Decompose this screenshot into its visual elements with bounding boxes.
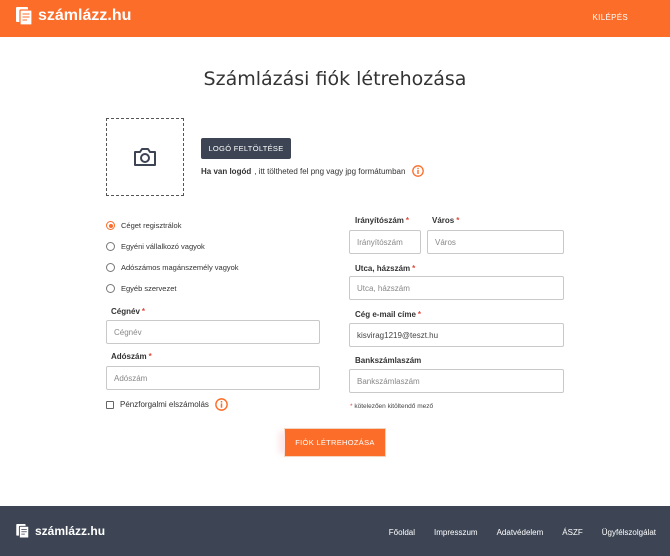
page-title: Számlázási fiók létrehozása	[203, 68, 467, 90]
street-input[interactable]: Utca, házszám	[349, 276, 564, 300]
radio-sole-trader[interactable]: Egyéni vállalkozó vagyok	[106, 242, 205, 251]
radio-button[interactable]	[106, 221, 115, 230]
header-brand[interactable]: számlázz.hu	[16, 7, 131, 25]
radio-other-org[interactable]: Egyéb szervezet	[106, 284, 176, 293]
radio-button[interactable]	[106, 263, 115, 272]
company-name-input[interactable]: Cégnév	[106, 320, 320, 344]
radio-label: Egyéni vállalkozó vagyok	[121, 242, 205, 251]
logo-hint-bold: Ha van logód	[201, 166, 252, 176]
logo-hint: Ha van logód , itt töltheted fel png vag…	[201, 165, 425, 177]
cash-accounting-checkbox[interactable]	[106, 400, 114, 409]
label-text: Irányítószám	[355, 216, 404, 225]
create-account-button[interactable]: FIÓK LÉTREHOZÁSA	[285, 429, 385, 456]
radio-label: Céget regisztrálok	[121, 221, 182, 230]
city-input[interactable]: Város	[427, 230, 564, 254]
bank-account-input[interactable]: Bankszámlaszám	[349, 369, 564, 393]
label-text: Adószám	[111, 352, 147, 361]
required-mark: *	[350, 403, 353, 410]
cash-accounting-option[interactable]: Pénzforgalmi elszámolás	[106, 398, 228, 411]
cash-accounting-label: Pénzforgalmi elszámolás	[120, 400, 209, 409]
required-mark: *	[412, 264, 416, 273]
label-text: Város	[432, 216, 455, 225]
email-input[interactable]: kisvirag1219@teszt.hu	[349, 323, 564, 347]
street-label: Utca, házszám *	[355, 264, 415, 273]
city-label: Város *	[432, 216, 459, 225]
postal-code-label: Irányítószám *	[355, 216, 409, 225]
document-logo-icon	[16, 7, 32, 25]
radio-label: Adószámos magánszemély vagyok	[121, 263, 239, 272]
footer-link-support[interactable]: Ügyfélszolgálat	[602, 528, 656, 537]
logo-hint-text: , itt töltheted fel png vagy jpg formátu…	[254, 166, 406, 176]
tax-number-input[interactable]: Adószám	[106, 366, 320, 390]
required-mark: *	[148, 352, 152, 361]
bank-account-label: Bankszámlaszám	[355, 356, 422, 365]
email-label: Cég e-mail címe *	[355, 310, 421, 319]
postal-code-input[interactable]: Irányítószám	[349, 230, 421, 254]
logo-dropzone[interactable]	[106, 118, 184, 196]
info-circle-icon[interactable]	[412, 165, 425, 177]
label-text: Utca, házszám	[355, 264, 411, 273]
upload-logo-button[interactable]: LOGÓ FELTÖLTÉSE	[201, 138, 291, 159]
footer: számlázz.hu Főoldal Impresszum Adatvédel…	[0, 506, 670, 556]
info-circle-icon[interactable]	[215, 398, 228, 411]
radio-label: Egyéb szervezet	[121, 284, 177, 293]
footer-brand[interactable]: számlázz.hu	[16, 524, 105, 538]
footer-link-home[interactable]: Főoldal	[389, 528, 415, 537]
label-text: Cégnév	[111, 307, 140, 316]
required-mark: *	[141, 307, 146, 316]
required-mark: *	[417, 310, 422, 319]
radio-private-taxpayer[interactable]: Adószámos magánszemély vagyok	[106, 263, 239, 272]
required-note-text: kötelezően kitöltendő mező	[354, 403, 434, 410]
company-name-label: Cégnév *	[111, 307, 145, 316]
top-bar: számlázz.hu KILÉPÉS	[0, 0, 670, 37]
camera-icon	[134, 148, 156, 166]
label-text: Cég e-mail címe	[355, 310, 416, 319]
footer-link-imprint[interactable]: Impresszum	[434, 528, 478, 537]
logout-link[interactable]: KILÉPÉS	[593, 13, 628, 22]
radio-button[interactable]	[106, 284, 115, 293]
footer-link-privacy[interactable]: Adatvédelem	[497, 528, 544, 537]
footer-brand-name: számlázz.hu	[35, 524, 106, 538]
footer-link-terms[interactable]: ÁSZF	[562, 528, 582, 537]
footer-links: Főoldal Impresszum Adatvédelem ÁSZF Ügyf…	[370, 528, 656, 537]
document-logo-icon	[16, 524, 29, 538]
required-mark: *	[456, 216, 460, 225]
radio-company[interactable]: Céget regisztrálok	[106, 221, 181, 230]
required-note: * kötelezően kitöltendő mező	[350, 403, 433, 410]
tax-number-label: Adószám *	[111, 352, 152, 361]
required-mark: *	[405, 216, 410, 225]
radio-button[interactable]	[106, 242, 115, 251]
brand-name: számlázz.hu	[38, 7, 132, 24]
